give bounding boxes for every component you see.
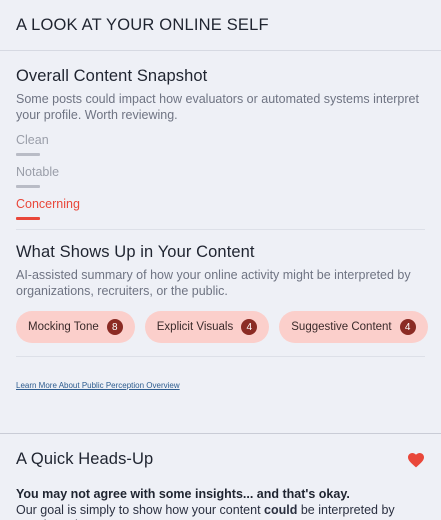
level-notable: Notable [16,165,425,188]
level-indicator [16,185,40,188]
chip-label: Explicit Visuals [156,321,234,333]
chip-count-badge: 4 [241,319,258,335]
level-label: Concerning [16,197,80,211]
body-emphasis: could [264,503,298,517]
level-indicator [16,153,40,156]
section-divider [16,356,425,357]
snapshot-levels: Clean Notable Concerning [16,133,425,220]
heads-up-title: A Quick Heads-Up [16,450,154,468]
chip-label: Suggestive Content [291,321,392,333]
heads-up-section: A Quick Heads-Up You may not agree with … [0,434,441,520]
snapshot-title: Overall Content Snapshot [16,67,208,85]
level-label: Clean [16,133,49,147]
chip-suggestive-content[interactable]: Suggestive Content 4 [279,311,428,343]
level-concerning: Concerning [16,197,425,220]
learn-more-link[interactable]: Learn More About Public Perception Overv… [16,381,180,390]
chip-label: Mocking Tone [28,321,99,333]
page-header: A LOOK AT YOUR ONLINE SELF [0,0,441,51]
snapshot-description: Some posts could impact how evaluators o… [16,92,419,122]
heads-up-body: Our goal is simply to show how your cont… [16,503,425,520]
heart-icon [408,453,424,468]
content-snapshot-section: Overall Content Snapshot Some posts coul… [0,51,441,220]
level-clean: Clean [16,133,425,156]
heads-up-strong-line: You may not agree with some insights... … [16,487,350,501]
chip-explicit-visuals[interactable]: Explicit Visuals 4 [144,311,270,343]
body-prefix: Our goal is simply to show how your cont… [16,503,265,517]
level-label: Notable [16,165,60,179]
shows-title: What Shows Up in Your Content [16,243,255,261]
category-chips: Mocking Tone 8 Explicit Visuals 4 Sugges… [16,311,428,343]
chip-count-badge: 4 [399,319,416,335]
chip-mocking-tone[interactable]: Mocking Tone 8 [16,311,135,343]
chip-count-badge: 8 [106,319,123,335]
content-shows-section: What Shows Up in Your Content AI-assiste… [0,230,441,343]
level-indicator [16,217,40,220]
page-title: A LOOK AT YOUR ONLINE SELF [16,16,269,34]
shows-description: AI-assisted summary of how your online a… [16,268,411,298]
